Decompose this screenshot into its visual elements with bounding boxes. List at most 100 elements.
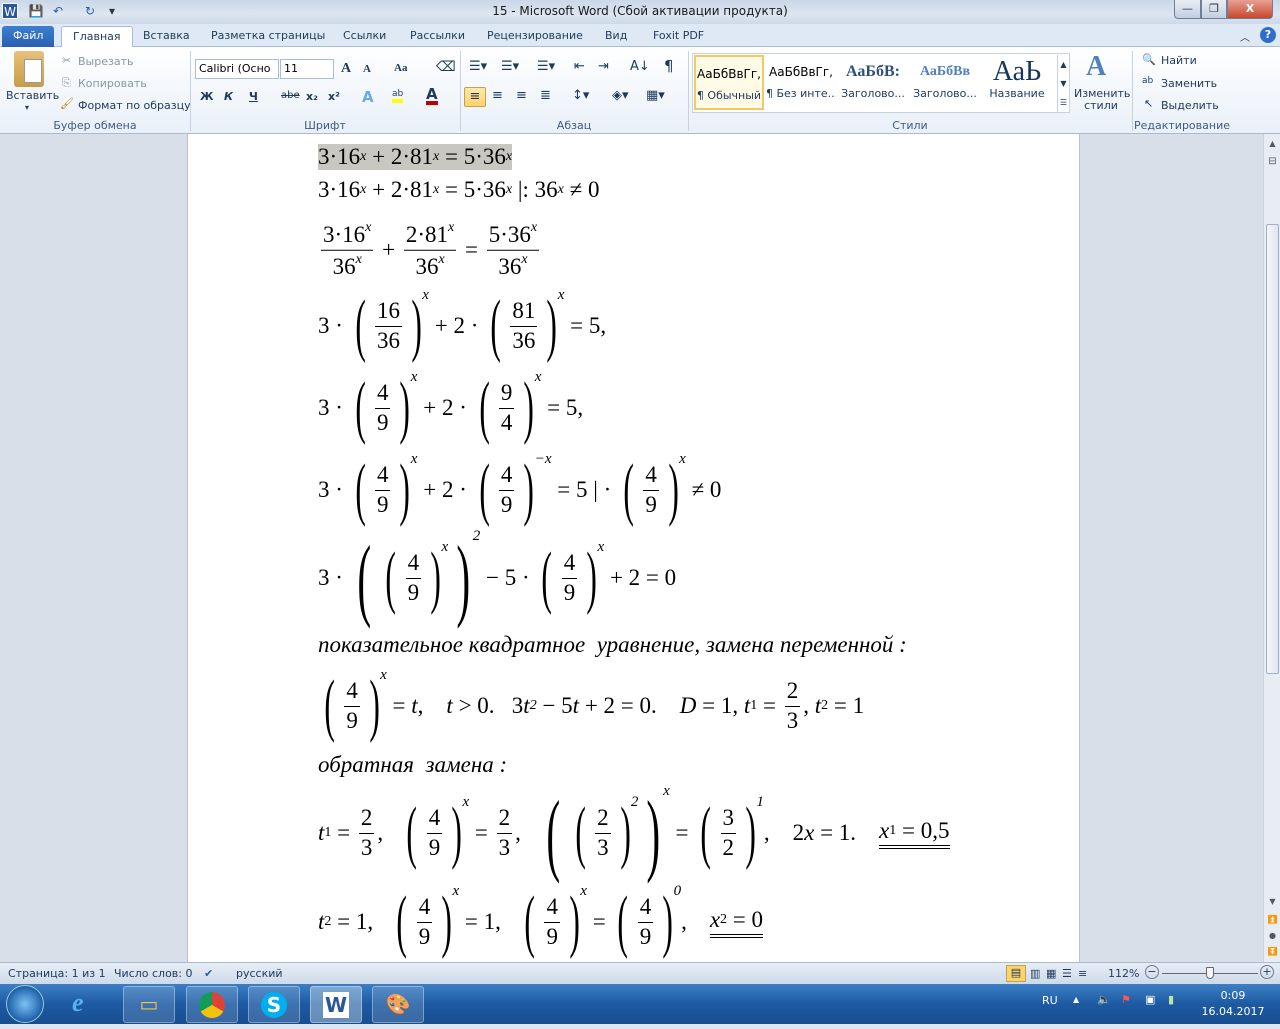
- subscript-button[interactable]: x₂: [306, 90, 318, 103]
- tab-view[interactable]: Вид: [594, 26, 638, 47]
- parenthesized-group: (9 4) x: [473, 369, 541, 443]
- fraction-denominator: 36: [510, 327, 537, 356]
- previous-page-button[interactable]: ⏫: [1265, 912, 1280, 927]
- cut-button[interactable]: Вырезать: [78, 55, 133, 68]
- title-bar: W 💾 ↶ ↻ ▾ 15 - Microsoft Word (Сбой акти…: [0, 0, 1280, 24]
- tab-home[interactable]: Главная: [61, 26, 133, 48]
- font-size-select[interactable]: 11: [280, 59, 334, 79]
- draft-view-button[interactable]: ≡: [1078, 967, 1087, 980]
- select-button[interactable]: Выделить: [1161, 99, 1219, 112]
- paste-button[interactable]: Вставить: [6, 89, 59, 102]
- tab-page-layout[interactable]: Разметка страницы: [200, 26, 336, 47]
- zoom-level[interactable]: 112%: [1108, 967, 1139, 980]
- tab-references[interactable]: Ссылки: [332, 26, 397, 47]
- replace-button[interactable]: Заменить: [1161, 77, 1217, 90]
- start-button[interactable]: [6, 985, 44, 1023]
- shrink-font-button[interactable]: A: [363, 63, 371, 75]
- scroll-down-button[interactable]: ▼: [1265, 894, 1280, 909]
- copy-button[interactable]: Копировать: [78, 77, 147, 90]
- borders-icon[interactable]: ▦▾: [646, 88, 665, 103]
- zoom-out-button[interactable]: −: [1145, 965, 1159, 979]
- tab-mailings[interactable]: Рассылки: [399, 26, 476, 47]
- show-hidden-icons[interactable]: ▲: [1073, 995, 1079, 1004]
- strikethrough-button[interactable]: abe: [281, 90, 300, 101]
- minimize-button[interactable]: —: [1174, 0, 1201, 19]
- format-painter-button[interactable]: Формат по образцу: [78, 99, 191, 112]
- clock-time[interactable]: 0:09: [1200, 989, 1266, 1002]
- volume-icon[interactable]: 🔈: [1097, 993, 1111, 1006]
- style-title[interactable]: АаЬ Название: [982, 55, 1052, 110]
- print-layout-view-button[interactable]: ▤: [1006, 965, 1026, 982]
- increase-indent-icon[interactable]: ⇥: [598, 59, 609, 74]
- style-normal[interactable]: АаБбВвГг, ¶ Обычный: [694, 55, 764, 110]
- skype-taskbar-button[interactable]: S: [248, 986, 300, 1023]
- tab-file[interactable]: Файл: [2, 26, 54, 47]
- shading-icon[interactable]: ◈▾: [612, 88, 629, 103]
- action-center-icon[interactable]: ⚑: [1121, 993, 1131, 1006]
- ruler-toggle-icon[interactable]: ⊟: [1265, 154, 1280, 169]
- text-effects-button[interactable]: A: [362, 88, 374, 106]
- browse-object-button[interactable]: ●: [1265, 928, 1280, 943]
- justify-button[interactable]: ≣: [540, 88, 551, 103]
- style-heading-1[interactable]: АаБбВ: Заголово...: [838, 55, 908, 110]
- input-language[interactable]: RU: [1042, 994, 1058, 1007]
- web-layout-button[interactable]: ▦: [1046, 967, 1056, 980]
- word-count[interactable]: Число слов: 0: [114, 967, 193, 980]
- spelling-check-icon[interactable]: ✔: [204, 967, 213, 980]
- styles-scroll-buttons[interactable]: ▲ ▼ ☰: [1057, 55, 1069, 112]
- highlight-button[interactable]: ab: [392, 89, 404, 103]
- show-formatting-button[interactable]: ¶: [664, 57, 674, 75]
- numbering-icon[interactable]: ☰▾: [501, 59, 519, 74]
- change-case-button[interactable]: Aa: [394, 62, 407, 74]
- multilevel-list-icon[interactable]: ☰▾: [537, 59, 555, 74]
- right-paren: ): [646, 782, 661, 884]
- bullets-icon[interactable]: ☰▾: [469, 59, 487, 74]
- change-styles-button[interactable]: Изменить стили: [1074, 88, 1130, 112]
- page-count[interactable]: Страница: 1 из 1: [8, 967, 106, 980]
- superscript-button[interactable]: x²: [328, 90, 340, 103]
- internet-explorer-icon[interactable]: e: [72, 988, 84, 1018]
- next-page-button[interactable]: ⏬: [1265, 944, 1280, 959]
- scroll-up-button[interactable]: ▲: [1265, 136, 1280, 151]
- word-taskbar-button[interactable]: W: [310, 986, 362, 1023]
- vertical-scrollbar[interactable]: ▲ ⊟ ▼ ⏫ ● ⏬: [1263, 134, 1280, 962]
- help-icon[interactable]: ?: [1260, 27, 1276, 43]
- tab-insert[interactable]: Вставка: [132, 26, 201, 47]
- style-no-spacing[interactable]: АаБбВвГг, ¶ Без инте...: [766, 55, 836, 110]
- align-right-button[interactable]: ≡: [516, 88, 527, 103]
- chrome-taskbar-button[interactable]: [186, 986, 238, 1023]
- collapse-ribbon-icon[interactable]: ︿: [1240, 29, 1250, 44]
- font-name-select[interactable]: Calibri (Осно: [195, 59, 279, 79]
- zoom-slider-thumb[interactable]: [1206, 967, 1214, 979]
- clock-date[interactable]: 16.04.2017: [1196, 1005, 1270, 1018]
- paste-dropdown-icon[interactable]: ▾: [25, 103, 29, 112]
- paste-icon[interactable]: [14, 51, 44, 87]
- style-heading-2[interactable]: АаБбВв Заголово...: [910, 55, 980, 110]
- find-button[interactable]: Найти: [1161, 54, 1197, 67]
- restore-button[interactable]: ❐: [1201, 0, 1227, 19]
- align-left-button[interactable]: ≡: [464, 87, 486, 107]
- tab-foxit-pdf[interactable]: Foxit PDF: [642, 26, 715, 47]
- explorer-taskbar-button[interactable]: ▭: [123, 986, 175, 1023]
- language-indicator[interactable]: русский: [236, 967, 283, 980]
- sort-icon[interactable]: A↓: [630, 59, 650, 74]
- paint-taskbar-button[interactable]: 🎨: [372, 986, 424, 1023]
- zoom-in-button[interactable]: +: [1260, 965, 1274, 979]
- network-icon[interactable]: ▣: [1145, 993, 1155, 1006]
- exponent: x: [663, 783, 670, 799]
- align-center-button[interactable]: ≡: [492, 88, 503, 103]
- outline-view-button[interactable]: ☰: [1062, 967, 1072, 980]
- full-screen-reading-button[interactable]: ▥: [1030, 967, 1040, 980]
- italic-button[interactable]: К: [224, 90, 233, 103]
- decrease-indent-icon[interactable]: ⇤: [574, 59, 585, 74]
- line-spacing-icon[interactable]: ↕▾: [572, 88, 589, 103]
- scrollbar-thumb[interactable]: [1266, 224, 1279, 674]
- grow-font-button[interactable]: A: [341, 61, 351, 77]
- clear-formatting-icon[interactable]: ⌫: [436, 59, 456, 75]
- close-button[interactable]: X: [1227, 0, 1273, 19]
- bold-button[interactable]: Ж: [200, 90, 213, 103]
- underline-button[interactable]: Ч: [249, 90, 258, 103]
- tray-app-icon[interactable]: ▮: [1168, 993, 1174, 1006]
- tab-review[interactable]: Рецензирование: [476, 26, 594, 47]
- font-color-button[interactable]: A: [426, 87, 438, 105]
